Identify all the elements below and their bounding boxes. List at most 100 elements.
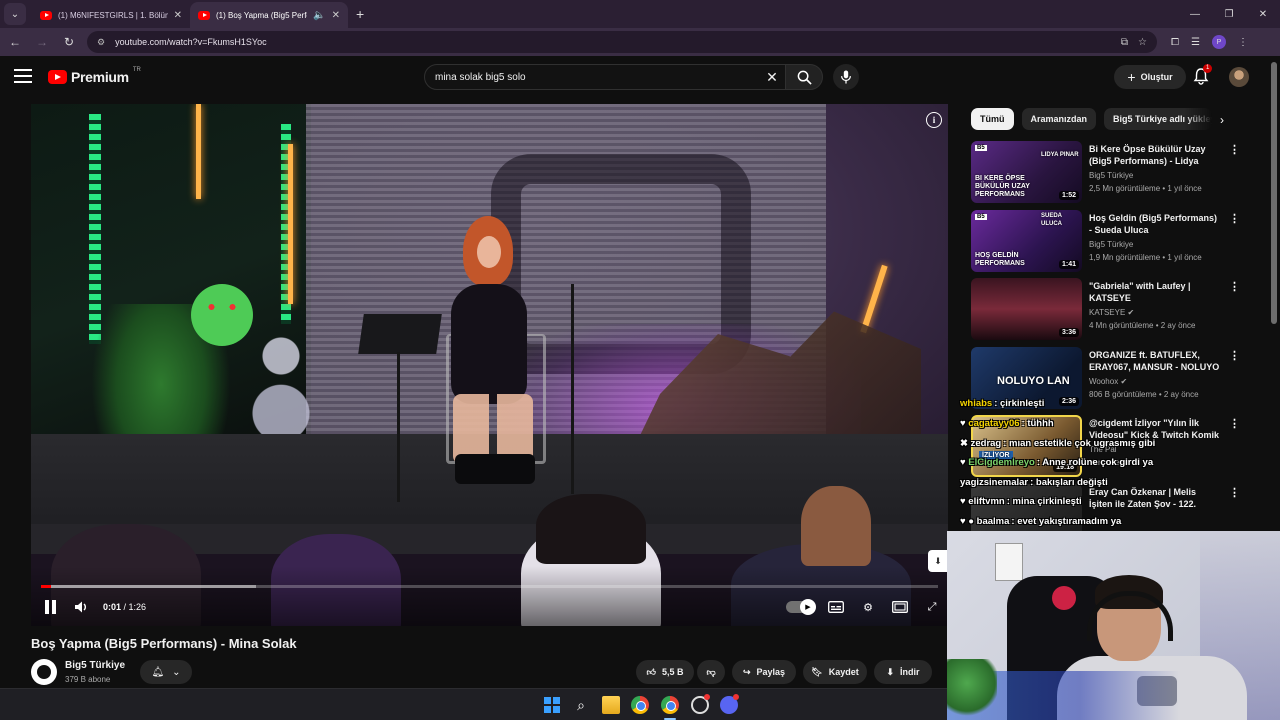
channel-avatar[interactable] — [31, 659, 57, 685]
url-input[interactable]: ⚙ youtube.com/watch?v=FkumsH1SYoc ⧉ ☆ — [87, 31, 1157, 53]
chevron-right-icon[interactable]: › — [1213, 111, 1231, 129]
youtube-header: Premium TR mina solak big5 solo ✕ + Oluş… — [0, 56, 1280, 98]
tab-title: (1) M6NIFESTGIRLS | 1. Bölüm — [58, 10, 168, 20]
forward-icon[interactable]: → — [30, 30, 54, 54]
minimize-icon[interactable]: — — [1178, 0, 1212, 28]
more-options-icon[interactable]: ⋮ — [1229, 280, 1240, 293]
youtube-logo[interactable]: Premium TR — [48, 67, 141, 85]
more-options-icon[interactable]: ⋮ — [1229, 212, 1240, 225]
captions-icon[interactable] — [826, 599, 846, 615]
like-count: 5,5 B — [661, 667, 684, 677]
new-tab-icon[interactable]: + — [356, 6, 364, 22]
file-explorer-icon[interactable] — [602, 696, 620, 714]
duration-badge: 2:36 — [1058, 397, 1079, 406]
buffer-bar — [41, 585, 257, 588]
chat-message: ♥ cagatayy06: tühhh — [960, 418, 1054, 429]
chrome-icon[interactable] — [661, 696, 679, 714]
fullscreen-icon[interactable]: ⤢ — [922, 599, 942, 615]
restore-icon[interactable]: ❐ — [1212, 0, 1246, 28]
recommendation-channel: Big5 Türkiye — [1089, 240, 1134, 249]
install-app-icon[interactable]: ⧉ — [1121, 37, 1128, 48]
chat-user: eliftvmn — [968, 496, 1005, 507]
mic-icon — [841, 70, 851, 84]
profile-avatar[interactable]: P — [1211, 35, 1226, 49]
duration: 1:26 — [128, 602, 147, 612]
search-query: mina solak big5 solo — [435, 71, 526, 83]
time-separator: / — [121, 602, 129, 612]
thumbnail[interactable]: B5 BI KERE ÖPSE BÜKÜLÜR UZAY PERFORMANS … — [971, 141, 1082, 203]
bookmark-star-icon[interactable]: ☆ — [1138, 37, 1147, 48]
more-options-icon[interactable]: ⋮ — [1229, 143, 1240, 156]
chip-from-search[interactable]: Aramanızdan — [1021, 108, 1097, 130]
close-tab-icon[interactable]: ✕ — [332, 10, 340, 21]
share-icon: ↪ — [742, 666, 751, 677]
page-scrollbar[interactable] — [1271, 62, 1277, 324]
progress-bar[interactable] — [41, 585, 938, 588]
volume-icon[interactable] — [73, 599, 89, 615]
autoplay-icon[interactable] — [786, 599, 816, 615]
recommendation-item[interactable]: 3:36 "Gabriela" with Laufey | KATSEYE KA… — [971, 278, 1240, 342]
search-input[interactable]: mina solak big5 solo ✕ — [424, 64, 786, 90]
chat-user: cagatayy06 — [968, 418, 1020, 429]
save-button[interactable]: 🔖︎ Kaydet — [803, 660, 867, 684]
create-button[interactable]: + Oluştur — [1114, 65, 1186, 89]
chrome-icon[interactable] — [631, 696, 649, 714]
country-code: TR — [132, 67, 141, 73]
subscription-bell-button[interactable]: 🔔︎ ⌄ — [140, 660, 192, 684]
recommendation-item[interactable]: B5 HOŞ GELDİN PERFORMANS SUEDA ULUCA 1:4… — [971, 210, 1240, 274]
video-player[interactable]: i ⬇ 0:01 / 1:26 ⚙ ⤢ — [31, 104, 948, 626]
dislike-button[interactable]: 👎︎ — [697, 660, 725, 684]
search-icon[interactable]: ⌕ — [572, 696, 590, 714]
chat-user: yagizsinemalar — [960, 477, 1029, 488]
recommendation-title: Hoş Geldin (Big5 Performans) - Sueda Ulu… — [1089, 213, 1218, 235]
close-tab-icon[interactable]: ✕ — [174, 10, 182, 21]
more-options-icon[interactable]: ⋮ — [1229, 349, 1240, 362]
tab-search-button[interactable]: ⌄ — [4, 3, 26, 25]
reading-list-icon[interactable]: ☰ — [1191, 37, 1200, 48]
account-avatar[interactable] — [1229, 67, 1249, 87]
thumbnail[interactable]: B5 HOŞ GELDİN PERFORMANS SUEDA ULUCA 1:4… — [971, 210, 1082, 272]
browser-tab[interactable]: (1) M6NIFESTGIRLS | 1. Bölüm ✕ — [32, 2, 190, 28]
download-overlay-icon[interactable]: ⬇ — [928, 550, 948, 572]
chat-user: zedrag — [970, 438, 1002, 449]
clear-icon[interactable]: ✕ — [759, 69, 785, 86]
more-options-icon[interactable]: ⋮ — [1229, 417, 1240, 430]
settings-icon[interactable]: ⚙ — [858, 599, 878, 615]
chip-channel[interactable]: Big5 Türkiye adlı yükleyic — [1104, 108, 1213, 130]
recommendation-meta: 2,5 Mn görüntüleme • 1 yıl önce — [1089, 184, 1202, 193]
browser-menu-icon[interactable]: ⋮ — [1238, 37, 1248, 48]
notifications-button[interactable]: 1 — [1192, 64, 1213, 87]
extensions-icon[interactable]: ⧠ — [1171, 37, 1179, 48]
menu-icon[interactable] — [14, 69, 32, 83]
theater-icon[interactable] — [890, 599, 910, 615]
channel-name[interactable]: Big5 Türkiye — [65, 660, 125, 671]
reload-icon[interactable]: ↻ — [57, 30, 81, 54]
browser-tab-active[interactable]: (1) Boş Yapma (Big5 Perform 🔈 ✕ — [190, 2, 348, 28]
chip-all[interactable]: Tümü — [971, 108, 1014, 130]
back-icon[interactable]: ← — [3, 30, 27, 54]
more-options-icon[interactable]: ⋮ — [1229, 486, 1240, 499]
channel-name: Woohox — [1089, 377, 1119, 386]
download-button[interactable]: ⬇ İndir — [874, 660, 932, 684]
download-label: İndir — [900, 667, 920, 677]
voice-search-button[interactable] — [833, 64, 859, 90]
pause-icon[interactable] — [45, 600, 59, 614]
duration-badge: 1:41 — [1058, 260, 1079, 269]
info-icon[interactable]: i — [926, 112, 942, 128]
chat-message: yagizsinemalar: bakışları değişti — [960, 477, 1108, 488]
youtube-favicon-icon — [40, 10, 52, 20]
window-controls: — ❐ ✕ — [1178, 0, 1280, 28]
player-right-controls: ⚙ ⤢ — [786, 594, 942, 620]
close-window-icon[interactable]: ✕ — [1246, 0, 1280, 28]
start-icon[interactable] — [543, 696, 561, 714]
search-button[interactable] — [785, 64, 823, 90]
site-info-icon[interactable]: ⚙ — [97, 37, 105, 48]
recommendation-item[interactable]: B5 BI KERE ÖPSE BÜKÜLÜR UZAY PERFORMANS … — [971, 141, 1240, 205]
time-display: 0:01 / 1:26 — [103, 602, 146, 612]
like-button[interactable]: 👍︎ 5,5 B — [636, 660, 694, 684]
share-button[interactable]: ↪ Paylaş — [732, 660, 796, 684]
thumbnail[interactable]: 3:36 — [971, 278, 1082, 340]
speaker-icon[interactable]: 🔈 — [313, 10, 325, 21]
badge-icon: ♥ ● — [960, 516, 977, 527]
chevron-down-icon: ⌄ — [172, 666, 181, 678]
